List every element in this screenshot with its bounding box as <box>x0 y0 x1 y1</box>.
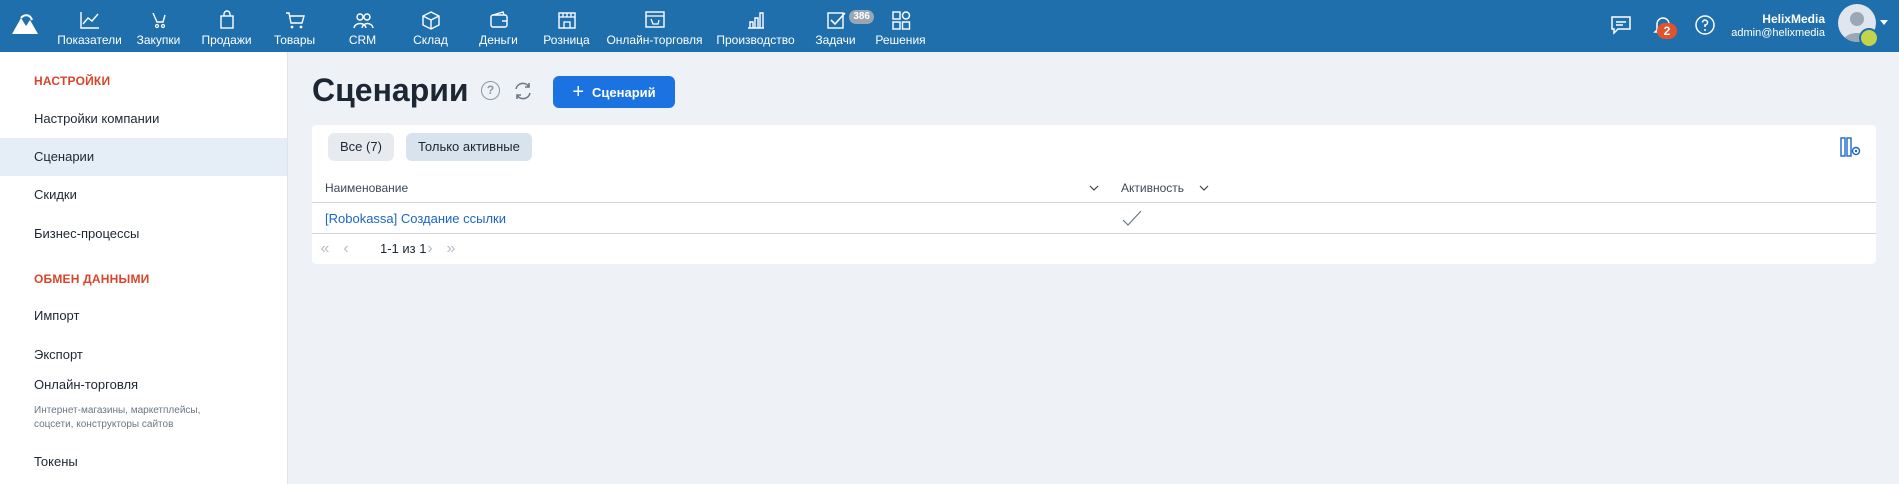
table-header: Наименование Активность <box>312 173 1876 203</box>
nav-item-money[interactable]: Деньги <box>465 0 532 52</box>
nav-item-production[interactable]: Производство <box>708 0 803 52</box>
sidebar-item-scenarios[interactable]: Сценарии <box>0 138 287 176</box>
chart-line-icon <box>79 12 99 29</box>
scenarios-table-panel: Все (7) Только активные Наименование Акт… <box>312 125 1876 264</box>
sidebar-item-export[interactable]: Экспорт <box>0 336 287 374</box>
factory-icon <box>747 12 764 29</box>
wallet-icon <box>489 11 508 28</box>
bag-icon <box>219 10 234 29</box>
nav-label: Закупки <box>136 33 181 47</box>
purchase-icon <box>151 12 166 29</box>
store-icon <box>557 12 576 29</box>
sidebar-item-business-processes[interactable]: Бизнес-процессы <box>0 215 287 253</box>
nav-item-indicators[interactable]: Показатели <box>55 0 124 52</box>
people-icon <box>352 13 374 29</box>
nav-item-crm[interactable]: CRM <box>329 0 396 52</box>
table-row[interactable]: [Robokassa] Создание ссылки <box>312 204 1876 234</box>
chevron-down-icon[interactable] <box>1880 20 1888 25</box>
logo-icon[interactable] <box>10 12 40 36</box>
column-settings-icon[interactable] <box>1839 136 1861 158</box>
tasks-icon <box>826 12 846 29</box>
nav-label: Склад <box>413 33 448 47</box>
last-page-icon[interactable]: » <box>443 241 459 257</box>
plus-icon: + <box>572 81 585 103</box>
nav-item-retail[interactable]: Розница <box>532 0 601 52</box>
box-icon <box>421 11 440 30</box>
chevron-down-icon[interactable] <box>1199 183 1209 193</box>
status-badge-icon <box>1859 28 1879 48</box>
nav-label: Решения <box>875 33 926 47</box>
nav-label: Продажи <box>201 33 252 47</box>
column-header-name[interactable]: Наименование <box>325 173 408 203</box>
top-navigation-bar: Показатели Закупки Продажи Товары CRM Ск… <box>0 0 1899 52</box>
user-name[interactable]: HelixMedia <box>1700 12 1825 26</box>
nav-label: Производство <box>716 33 795 47</box>
sidebar-item-online-trade[interactable]: Онлайн-торговля <box>0 374 287 396</box>
next-page-icon[interactable]: › <box>422 241 438 257</box>
checkmark-icon <box>1122 210 1142 226</box>
nav-label: Онлайн-торговля <box>606 33 703 47</box>
nav-item-purchases[interactable]: Закупки <box>124 0 193 52</box>
prev-page-icon[interactable]: ‹ <box>338 241 354 257</box>
nav-label: Деньги <box>479 33 518 47</box>
filter-all[interactable]: Все (7) <box>328 133 394 161</box>
notifications-badge: 2 <box>1657 23 1677 39</box>
pagination-range: 1-1 из 1 <box>380 241 427 256</box>
apps-icon <box>891 11 910 30</box>
pagination: « ‹ 1-1 из 1 › » <box>312 235 712 263</box>
chat-icon[interactable] <box>1609 13 1633 37</box>
nav-item-sales[interactable]: Продажи <box>193 0 260 52</box>
online-store-icon <box>644 11 665 28</box>
chevron-down-icon[interactable] <box>1089 183 1099 193</box>
nav-item-goods[interactable]: Товары <box>260 0 329 52</box>
sidebar-item-discounts[interactable]: Скидки <box>0 176 287 214</box>
nav-label: Товары <box>273 33 316 47</box>
sidebar-item-tokens[interactable]: Токены <box>0 443 287 481</box>
nav-item-warehouse[interactable]: Склад <box>396 0 465 52</box>
user-email[interactable]: admin@helixmedia <box>1700 27 1825 39</box>
add-scenario-button[interactable]: + Сценарий <box>553 76 675 108</box>
nav-item-tasks[interactable]: Задачи 386 <box>803 0 874 52</box>
nav-label: CRM <box>348 33 377 47</box>
help-icon[interactable]: ? <box>481 81 500 100</box>
sidebar-item-import[interactable]: Импорт <box>0 297 287 335</box>
filter-only-active[interactable]: Только активные <box>406 133 532 161</box>
nav-label: Розница <box>543 33 590 47</box>
nav-item-online-trade[interactable]: Онлайн-торговля <box>601 0 708 52</box>
settings-sidebar: НАСТРОЙКИ Настройки компании Сценарии Ск… <box>0 52 288 484</box>
sidebar-heading-settings: НАСТРОЙКИ <box>34 74 111 88</box>
main-nav: Показатели Закупки Продажи Товары CRM Ск… <box>55 0 933 52</box>
page-title: Сценарии <box>312 72 469 108</box>
add-scenario-label: Сценарий <box>592 84 656 100</box>
refresh-icon[interactable] <box>512 80 534 102</box>
nav-label: Задачи <box>815 33 856 47</box>
sidebar-heading-exchange: ОБМЕН ДАННЫМИ <box>34 272 150 286</box>
sidebar-item-online-trade-description: Интернет-магазины, маркетплейсы, соцсети… <box>34 405 201 430</box>
nav-label: Показатели <box>57 33 122 47</box>
first-page-icon[interactable]: « <box>317 241 333 257</box>
scenario-name-link[interactable]: [Robokassa] Создание ссылки <box>325 204 506 234</box>
cart-icon <box>285 12 305 29</box>
nav-item-solutions[interactable]: Решения <box>868 0 933 52</box>
sidebar-item-company-settings[interactable]: Настройки компании <box>0 100 287 138</box>
column-header-activity[interactable]: Активность <box>1121 173 1184 203</box>
